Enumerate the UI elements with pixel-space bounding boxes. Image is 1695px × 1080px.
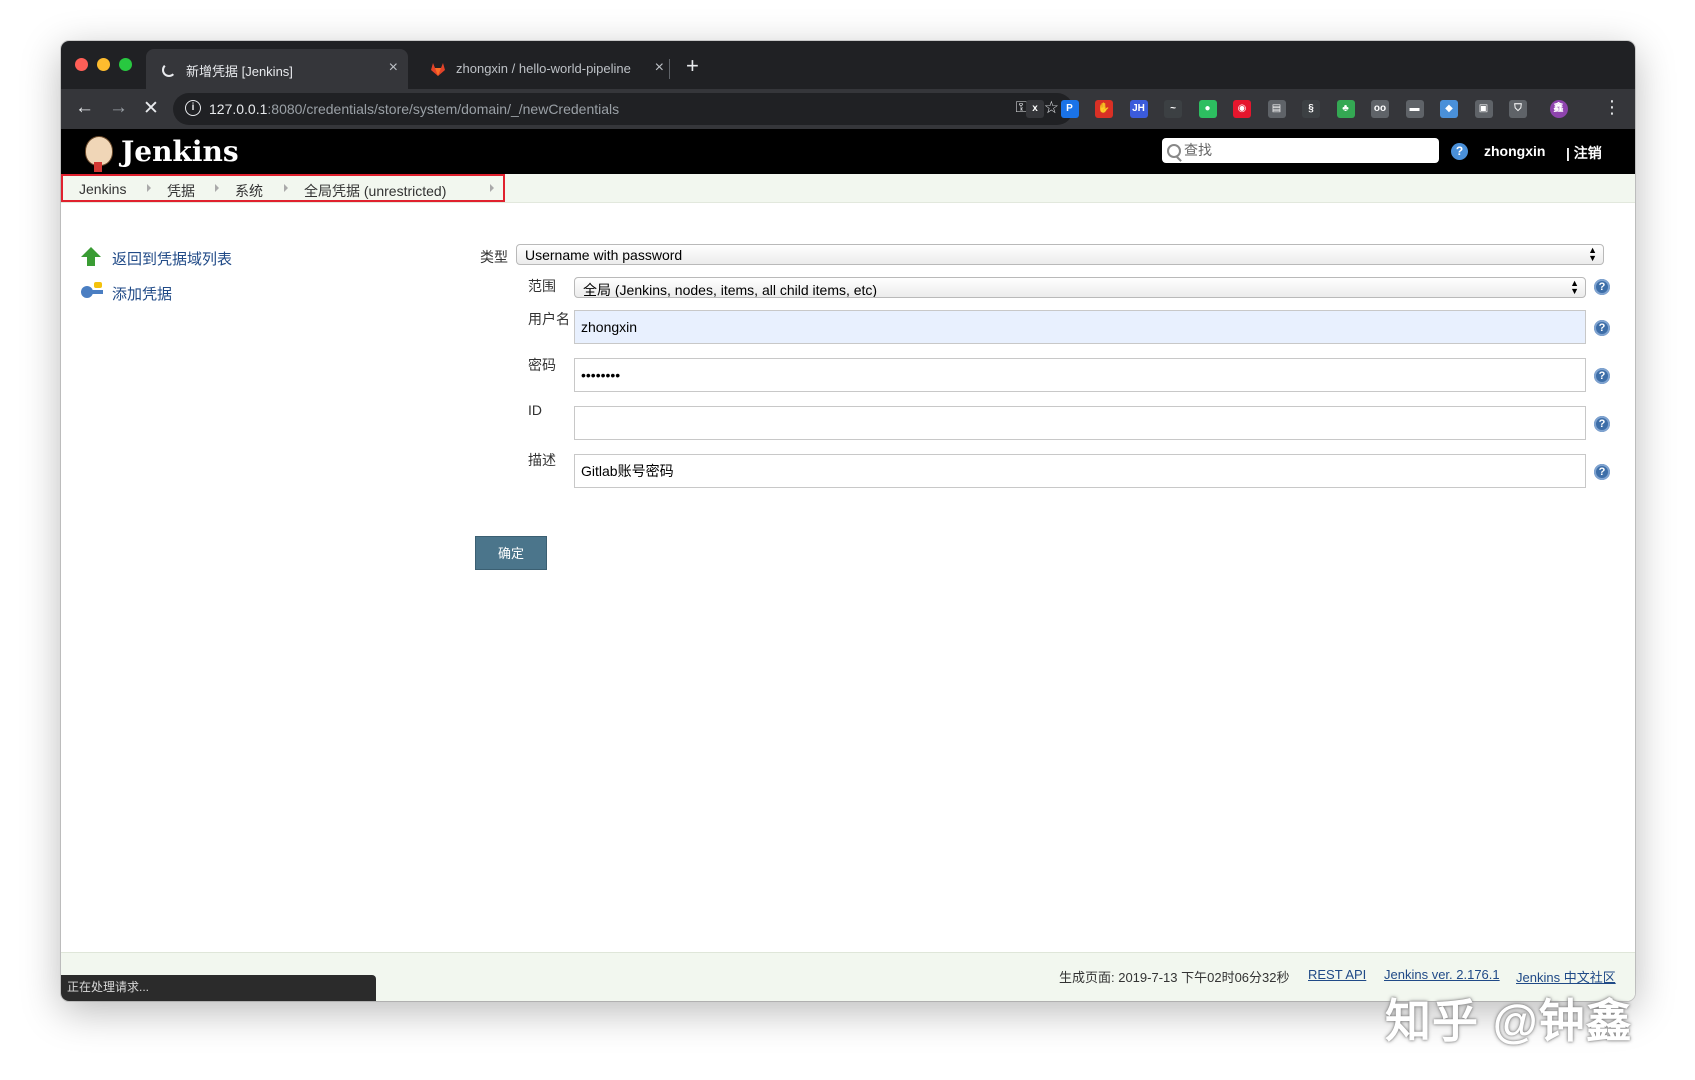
url-text[interactable]: 127.0.0.1:8080/credentials/store/system/… <box>209 101 619 117</box>
breadcrumb-chevron-icon[interactable] <box>215 184 219 192</box>
password-input[interactable] <box>574 358 1586 392</box>
new-tab-button[interactable]: + <box>686 53 699 79</box>
tab-gitlab-pipeline[interactable]: zhongxin / hello-world-pipeline × <box>416 49 674 89</box>
id-help-icon[interactable]: ? <box>1594 416 1610 432</box>
browser-window: 新增凭据 [Jenkins] × zhongxin / hello-world-… <box>61 41 1635 1001</box>
scope-select-value: 全局 (Jenkins, nodes, items, all child ite… <box>583 282 878 298</box>
chart-icon[interactable]: ~ <box>1164 100 1182 118</box>
select-arrows-icon: ▲ ▼ <box>1570 278 1579 296</box>
breadcrumb-chevron-icon[interactable] <box>490 184 494 192</box>
tab-title: zhongxin / hello-world-pipeline <box>456 61 631 76</box>
diamond-icon[interactable]: ◆ <box>1440 100 1458 118</box>
breadcrumb: Jenkins 凭据 系统 全局凭据 (unrestricted) <box>61 174 505 202</box>
swirl-icon[interactable]: § <box>1302 100 1320 118</box>
scope-select[interactable]: 全局 (Jenkins, nodes, items, all child ite… <box>574 277 1586 298</box>
search-icon <box>1167 144 1181 158</box>
search-help-icon[interactable]: ? <box>1451 143 1468 160</box>
kind-label: 类型 <box>480 249 508 265</box>
jenkins-brand[interactable]: Jenkins <box>121 135 239 168</box>
password-help-icon[interactable]: ? <box>1594 368 1610 384</box>
username-label: 用户名 <box>528 311 570 327</box>
url-path: :8080/credentials/store/system/domain/_/… <box>267 101 620 117</box>
tab-strip: 新增凭据 [Jenkins] × zhongxin / hello-world-… <box>61 41 1635 89</box>
tab-title: 新增凭据 [Jenkins] <box>186 64 293 79</box>
jenkins-version-link[interactable]: Jenkins ver. 2.176.1 <box>1384 967 1500 982</box>
window-icon[interactable]: ▣ <box>1474 100 1493 118</box>
address-bar[interactable]: i 127.0.0.1:8080/credentials/store/syste… <box>173 93 1073 125</box>
kind-select[interactable]: Username with password ▲ ▼ <box>516 244 1604 265</box>
oo-icon[interactable]: oo <box>1371 100 1389 118</box>
tab-jenkins-new-credentials[interactable]: 新增凭据 [Jenkins] × <box>146 49 408 89</box>
leaf-icon[interactable]: ♣ <box>1336 100 1355 118</box>
username-help-icon[interactable]: ? <box>1594 320 1610 336</box>
forward-arrow-icon[interactable]: → <box>109 97 128 119</box>
kind-select-value: Username with password <box>525 247 683 263</box>
jenkins-header: Jenkins ? zhongxin | 注销 <box>61 129 1635 174</box>
gitlab-fox-icon <box>430 61 446 77</box>
breadcrumb-chevron-icon[interactable] <box>284 184 288 192</box>
breadcrumb-jenkins[interactable]: Jenkins <box>79 181 126 197</box>
watermark: 知乎 @钟鑫 <box>1385 995 1633 1047</box>
bookmark-star-icon[interactable]: ☆ <box>1044 98 1059 118</box>
description-label: 描述 <box>528 452 556 468</box>
search-input[interactable] <box>1184 141 1429 159</box>
description-help-icon[interactable]: ? <box>1594 464 1610 480</box>
password-label: 密码 <box>528 357 556 373</box>
select-arrows-icon: ▲ ▼ <box>1588 245 1597 263</box>
close-tab-icon[interactable]: × <box>655 59 664 77</box>
evernote-icon[interactable]: ● <box>1198 100 1217 118</box>
site-info-icon[interactable]: i <box>185 100 201 116</box>
description-input[interactable] <box>574 454 1586 488</box>
key-icon <box>81 282 103 302</box>
logout-link[interactable]: | 注销 <box>1566 143 1602 163</box>
browser-menu-icon[interactable]: ⋮ <box>1603 97 1621 118</box>
id-input[interactable] <box>574 406 1586 440</box>
close-window-button[interactable] <box>75 58 88 71</box>
jenkins-community-link[interactable]: Jenkins 中文社区 <box>1516 967 1616 986</box>
jenkins-butler-icon[interactable] <box>81 134 115 172</box>
status-bubble: 正在处理请求... <box>61 975 376 1001</box>
breadcrumb-chevron-icon[interactable] <box>147 184 151 192</box>
back-arrow-icon[interactable]: ← <box>75 97 94 119</box>
username-input[interactable] <box>574 310 1586 344</box>
search-box[interactable] <box>1162 138 1439 163</box>
side-link-label[interactable]: 添加凭据 <box>112 283 172 304</box>
submit-button[interactable]: 确定 <box>475 536 547 570</box>
breadcrumb-system[interactable]: 系统 <box>235 181 263 201</box>
url-host: 127.0.0.1 <box>209 101 268 117</box>
scope-help-icon[interactable]: ? <box>1594 279 1610 295</box>
id-label: ID <box>528 402 542 418</box>
rest-api-link[interactable]: REST API <box>1308 967 1366 982</box>
profile-icon[interactable]: 鑫 <box>1549 100 1568 118</box>
x-icon[interactable]: x <box>1026 100 1044 118</box>
breadcrumb-global-credentials[interactable]: 全局凭据 (unrestricted) <box>304 181 446 201</box>
user-link[interactable]: zhongxin <box>1484 143 1545 159</box>
weibo-icon[interactable]: ◉ <box>1233 100 1251 118</box>
shield-icon[interactable]: ⛉ <box>1509 100 1527 118</box>
close-tab-icon[interactable]: × <box>389 59 398 77</box>
stop-loading-icon[interactable]: ✕ <box>143 97 159 120</box>
breadcrumb-credentials[interactable]: 凭据 <box>167 181 195 201</box>
browser-toolbar: ← → ✕ i 127.0.0.1:8080/credentials/store… <box>61 89 1635 129</box>
p-icon[interactable]: P <box>1060 100 1079 118</box>
loading-spinner-icon <box>160 61 176 77</box>
card-icon[interactable]: ▬ <box>1405 100 1424 118</box>
scope-label: 范围 <box>528 278 556 294</box>
minimize-window-button[interactable] <box>97 58 110 71</box>
up-arrow-icon <box>81 247 103 267</box>
maximize-window-button[interactable] <box>119 58 132 71</box>
tab-separator <box>669 59 670 79</box>
side-link-label[interactable]: 返回到凭据域列表 <box>112 248 232 269</box>
breadcrumb-bar: Jenkins 凭据 系统 全局凭据 (unrestricted) <box>61 174 1635 203</box>
page-generated-time: 生成页面: 2019-7-13 下午02时06分32秒 <box>1059 970 1290 985</box>
doc-icon[interactable]: ▤ <box>1267 100 1286 118</box>
jh-icon[interactable]: JH <box>1129 100 1148 118</box>
stop-hand-icon[interactable]: ✋ <box>1095 100 1113 118</box>
